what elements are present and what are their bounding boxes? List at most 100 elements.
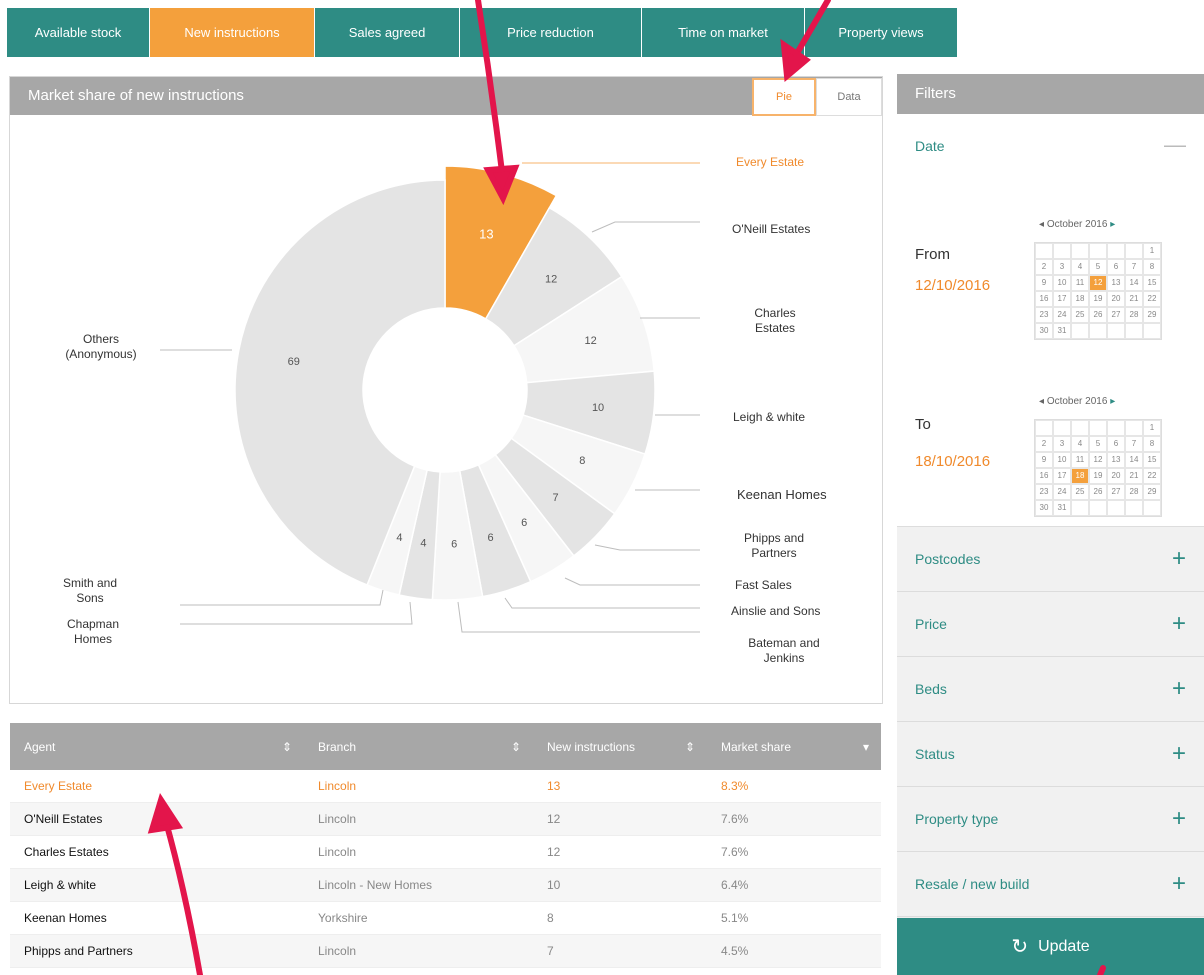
table-row[interactable]: Every Estate Lincoln 13 8.3% bbox=[10, 770, 881, 803]
slice-value-label: 10 bbox=[592, 402, 604, 414]
chart-label-phipps: Phipps and Partners bbox=[743, 531, 805, 560]
slice-value-label: 4 bbox=[420, 537, 426, 549]
plus-icon[interactable]: + bbox=[1172, 805, 1186, 833]
plus-icon[interactable]: + bbox=[1172, 675, 1186, 703]
filter-section[interactable]: Price + bbox=[897, 592, 1204, 657]
chart-label-chapman: Chapman Homes bbox=[66, 617, 120, 646]
from-date[interactable]: 12/10/2016 bbox=[915, 277, 990, 294]
share-cell: 7.6% bbox=[707, 802, 881, 836]
filter-section[interactable]: Property type + bbox=[897, 787, 1204, 852]
plus-icon[interactable]: + bbox=[1172, 740, 1186, 768]
table-row[interactable]: O'Neill Estates Lincoln 12 7.6% bbox=[10, 802, 881, 836]
table-row[interactable]: Phipps and Partners Lincoln 7 4.5% bbox=[10, 934, 881, 968]
update-button[interactable]: ↻ Update bbox=[897, 918, 1204, 975]
slice-value-label: 12 bbox=[545, 273, 557, 285]
col-agent[interactable]: Agent ⇕ bbox=[10, 723, 304, 770]
instructions-cell: 12 bbox=[533, 835, 707, 869]
instructions-cell: 8 bbox=[533, 901, 707, 935]
leader-line bbox=[564, 577, 700, 586]
branch-cell: Lincoln bbox=[304, 770, 533, 803]
collapse-icon[interactable]: — bbox=[1164, 132, 1186, 158]
date-filter: Date — From 12/10/2016 ◂ October 2016 ▸ … bbox=[897, 114, 1204, 527]
chart-label-charles: Charles Estates bbox=[754, 306, 796, 335]
chart-label-smith: Smith and Sons bbox=[62, 576, 118, 605]
chart-label-every-estate: Every Estate bbox=[736, 155, 805, 169]
chart-label-fast-sales: Fast Sales bbox=[735, 578, 792, 592]
instructions-cell: 12 bbox=[533, 802, 707, 836]
to-label: To bbox=[915, 416, 931, 433]
from-calendar[interactable]: 1 2 3 4 5 6 7 8 9 10 11 12 13 14 15 16 17 18 19 20 21 22 23 24 2… bbox=[1034, 242, 1162, 340]
share-cell: 7.6% bbox=[707, 835, 881, 869]
slice-value-label: 6 bbox=[487, 532, 493, 544]
agent-cell: Keenan Homes bbox=[10, 901, 304, 935]
col-market-share[interactable]: Market share ▾ bbox=[707, 723, 881, 770]
slice-value-label: 6 bbox=[451, 539, 457, 551]
agent-cell: Leigh & white bbox=[10, 868, 304, 902]
instructions-cell: 10 bbox=[533, 868, 707, 902]
slice-value-label: 7 bbox=[552, 492, 558, 504]
chart-label-ainslie: Ainslie and Sons bbox=[731, 604, 821, 618]
slice-value-label: 4 bbox=[396, 532, 402, 544]
agents-table-panel: Agent ⇕ Branch ⇕ New instructions ⇕ Mark… bbox=[10, 723, 881, 975]
table-row[interactable]: Charles Estates Lincoln 12 7.6% bbox=[10, 835, 881, 869]
table-row[interactable]: Leigh & white Lincoln - New Homes 10 6.4% bbox=[10, 868, 881, 902]
leader-line bbox=[591, 221, 700, 233]
refresh-icon: ↻ bbox=[1011, 936, 1029, 958]
share-cell: 4.5% bbox=[707, 934, 881, 968]
slice-value-label: 69 bbox=[288, 356, 300, 368]
plus-icon[interactable]: + bbox=[1172, 545, 1186, 573]
leader-line bbox=[180, 589, 384, 606]
leader-line bbox=[457, 601, 700, 633]
chart-label-bateman: Bateman and Jenkins bbox=[748, 636, 820, 665]
branch-cell: Lincoln bbox=[304, 934, 533, 968]
filter-section[interactable]: Resale / new build + bbox=[897, 852, 1204, 917]
date-label: Date bbox=[915, 138, 945, 154]
from-cal-header[interactable]: ◂ October 2016 ▸ bbox=[1039, 219, 1115, 230]
chart-label-others: Others (Anonymous) bbox=[65, 332, 137, 361]
to-calendar[interactable]: 1 2 3 4 5 6 7 8 9 10 11 12 13 14 15 16 17 18 19 20 21 22 23 24 2… bbox=[1034, 419, 1162, 517]
slice-value-label: 13 bbox=[479, 226, 493, 241]
table-row[interactable]: Keenan Homes Yorkshire 8 5.1% bbox=[10, 901, 881, 935]
to-cal-header[interactable]: ◂ October 2016 ▸ bbox=[1039, 396, 1115, 407]
table-header-row: Agent ⇕ Branch ⇕ New instructions ⇕ Mark… bbox=[10, 723, 881, 770]
agent-cell: Charles Estates bbox=[10, 835, 304, 869]
col-new-instructions[interactable]: New instructions ⇕ bbox=[533, 723, 707, 770]
from-label: From bbox=[915, 246, 950, 263]
share-cell: 8.3% bbox=[707, 770, 881, 803]
filters-panel: Filters Date — From 12/10/2016 ◂ October… bbox=[897, 74, 1204, 975]
share-cell: 6.4% bbox=[707, 868, 881, 902]
filters-title: Filters bbox=[897, 74, 1204, 114]
filter-section[interactable]: Beds + bbox=[897, 657, 1204, 722]
to-date[interactable]: 18/10/2016 bbox=[915, 453, 990, 470]
filter-section[interactable]: Status + bbox=[897, 722, 1204, 787]
slice-value-label: 6 bbox=[521, 517, 527, 529]
share-cell: 5.1% bbox=[707, 901, 881, 935]
agent-cell: O'Neill Estates bbox=[10, 802, 304, 836]
chart-label-leigh: Leigh & white bbox=[733, 410, 806, 424]
filter-section-label: Status bbox=[915, 746, 955, 762]
branch-cell: Lincoln bbox=[304, 835, 533, 869]
instructions-cell: 13 bbox=[533, 770, 707, 803]
instructions-cell: 7 bbox=[533, 934, 707, 968]
agent-cell: Phipps and Partners bbox=[10, 934, 304, 968]
filter-section-label: Postcodes bbox=[915, 551, 981, 567]
slice-value-label: 12 bbox=[585, 335, 597, 347]
filter-section-label: Price bbox=[915, 616, 947, 632]
filter-section-label: Beds bbox=[915, 681, 947, 697]
branch-cell: Lincoln bbox=[304, 802, 533, 836]
plus-icon[interactable]: + bbox=[1172, 610, 1186, 638]
filter-section-label: Property type bbox=[915, 811, 999, 827]
agent-cell: Every Estate bbox=[10, 770, 304, 803]
update-label: Update bbox=[1038, 937, 1090, 955]
filter-section-label: Resale / new build bbox=[915, 876, 1030, 892]
filter-section[interactable]: Postcodes + bbox=[897, 527, 1204, 592]
slice-value-label: 8 bbox=[579, 455, 585, 467]
leader-line bbox=[594, 544, 700, 551]
chart-label-keenan: Keenan Homes bbox=[737, 487, 827, 502]
col-branch[interactable]: Branch ⇕ bbox=[304, 723, 533, 770]
branch-cell: Yorkshire bbox=[304, 901, 533, 935]
branch-cell: Lincoln - New Homes bbox=[304, 868, 533, 902]
leader-line bbox=[504, 597, 700, 609]
plus-icon[interactable]: + bbox=[1172, 870, 1186, 898]
chart-label-oneill: O'Neill Estates bbox=[732, 222, 811, 236]
